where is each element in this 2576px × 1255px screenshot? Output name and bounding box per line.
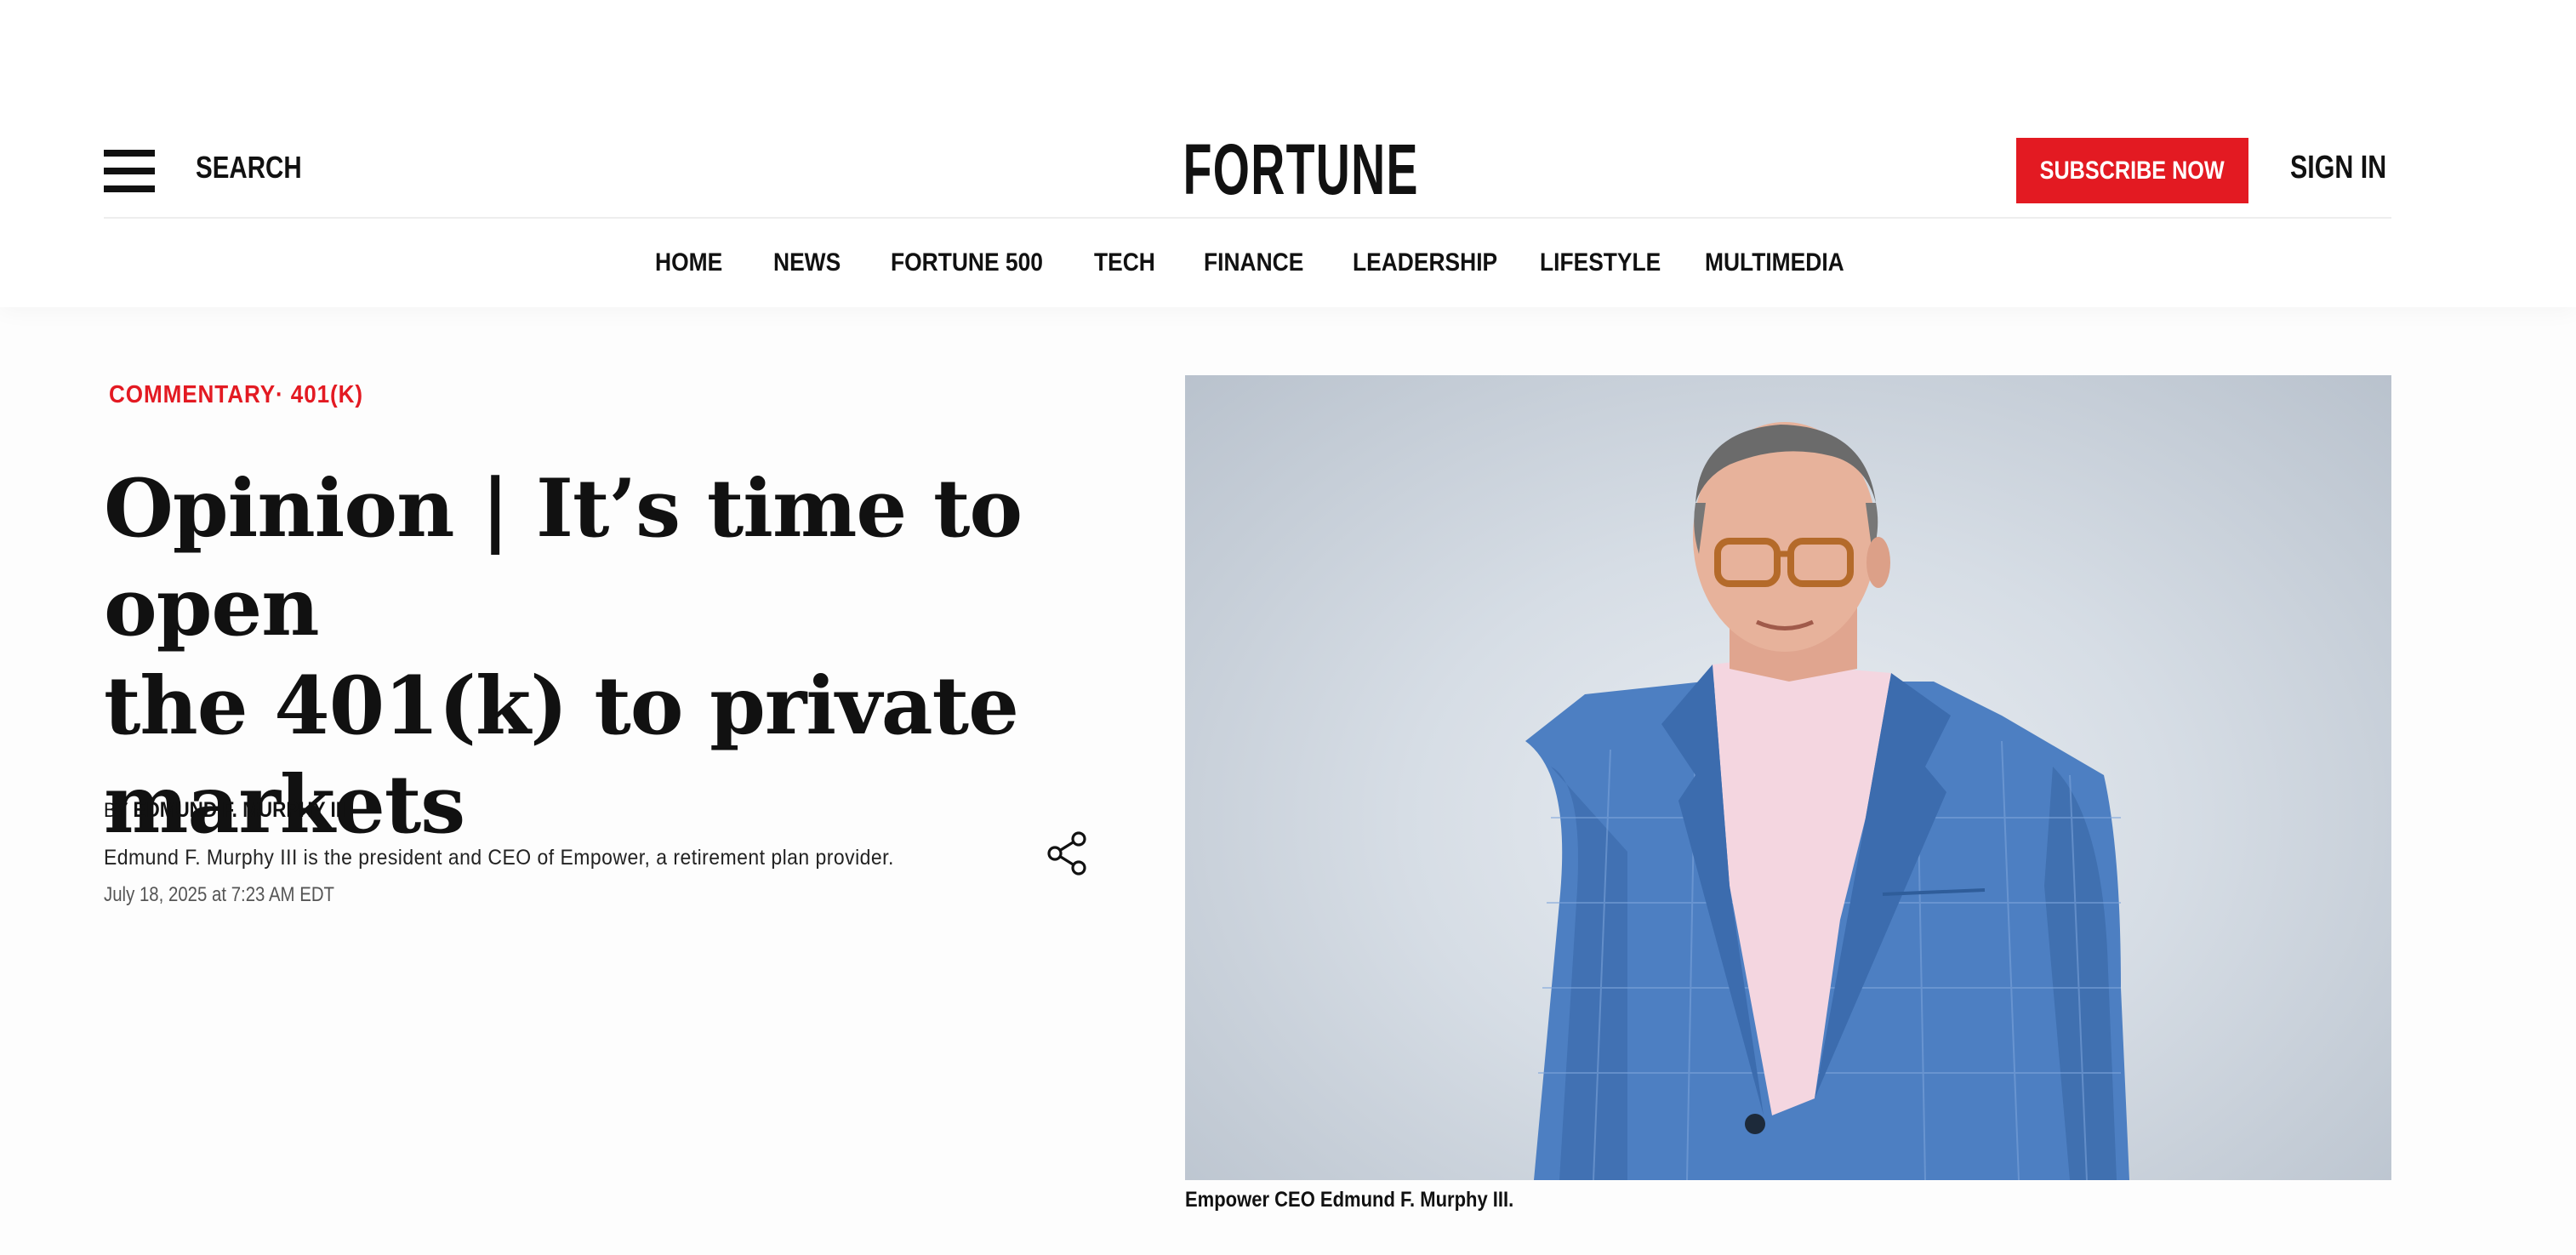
- category-401k-link[interactable]: 401(K): [291, 381, 363, 408]
- nav-item-multimedia[interactable]: MULTIMEDIA: [1705, 248, 1844, 277]
- nav-item-news[interactable]: NEWS: [773, 248, 841, 277]
- hero-photo: [1185, 375, 2391, 1180]
- search-link[interactable]: SEARCH: [196, 150, 302, 185]
- author-link[interactable]: EDMUND F. MURPHY III: [133, 798, 346, 822]
- image-caption: Empower CEO Edmund F. Murphy III.: [1185, 1188, 1514, 1212]
- fortune-logo[interactable]: FORTUNE: [1183, 131, 1418, 208]
- article-category: COMMENTARY· 401(K): [109, 381, 363, 409]
- article-headline: Opinion | It’s time to open the 401(k) t…: [104, 459, 1108, 854]
- category-commentary-link[interactable]: COMMENTARY: [109, 381, 276, 408]
- byline: BY EDMUND F. MURPHY III: [104, 798, 346, 823]
- nav-item-leadership[interactable]: LEADERSHIP: [1353, 248, 1497, 277]
- byline-prefix: BY: [104, 799, 128, 822]
- headline-line: Opinion | It’s time to open: [104, 462, 1023, 654]
- header-bar: SEARCH FORTUNE SUBSCRIBE NOW SIGN IN: [104, 119, 2391, 221]
- header-divider: [104, 217, 2391, 219]
- nav-item-home[interactable]: HOME: [655, 248, 722, 277]
- site-header: SEARCH FORTUNE SUBSCRIBE NOW SIGN IN HOM…: [0, 0, 2576, 307]
- author-bio: Edmund F. Murphy III is the president an…: [104, 846, 894, 870]
- nav-item-tech[interactable]: TECH: [1094, 248, 1155, 277]
- subscribe-button[interactable]: SUBSCRIBE NOW: [2016, 138, 2248, 203]
- nav-item-lifestyle[interactable]: LIFESTYLE: [1540, 248, 1661, 277]
- menu-line: [104, 150, 155, 157]
- menu-line: [104, 168, 155, 174]
- sign-in-link[interactable]: SIGN IN: [2290, 150, 2386, 186]
- nav-item-finance[interactable]: FINANCE: [1204, 248, 1303, 277]
- portrait-illustration: [1525, 422, 2129, 1180]
- category-separator: ·: [276, 381, 284, 408]
- share-icon[interactable]: [1045, 830, 1091, 876]
- hamburger-menu-icon[interactable]: [104, 150, 155, 192]
- subscribe-button-label: SUBSCRIBE NOW: [2039, 156, 2226, 185]
- main-nav: HOME NEWS FORTUNE 500 TECH FINANCE LEADE…: [655, 248, 1846, 286]
- headline-line: the 401(k) to private: [104, 659, 1019, 753]
- nav-item-fortune-500[interactable]: FORTUNE 500: [891, 248, 1043, 277]
- publish-date: July 18, 2025 at 7:23 AM EDT: [104, 883, 335, 906]
- menu-line: [104, 185, 155, 192]
